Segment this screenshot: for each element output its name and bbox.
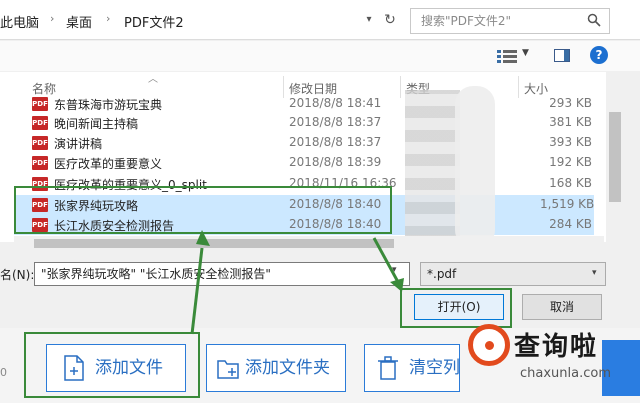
view-options-icon[interactable] bbox=[496, 48, 518, 64]
preview-pane-icon[interactable] bbox=[554, 49, 570, 62]
watermark-logo-icon bbox=[468, 324, 510, 366]
blurred-type-column bbox=[405, 90, 460, 238]
search-placeholder: 搜索"PDF文件2" bbox=[421, 14, 512, 28]
file-name: 演讲讲稿 bbox=[54, 137, 103, 151]
file-date: 2018/8/8 18:37 bbox=[289, 135, 382, 149]
file-row[interactable]: PDF 医疗改革的重要意义 2018/8/8 18:39 192 KB bbox=[14, 153, 594, 173]
pdf-file-icon: PDF bbox=[32, 116, 48, 130]
annotation-box-add-file bbox=[24, 332, 200, 398]
filetype-select[interactable]: *.pdf bbox=[420, 262, 606, 286]
help-icon[interactable]: ? bbox=[590, 46, 608, 64]
file-name: 晚间新闻主持稿 bbox=[54, 117, 139, 131]
file-size: 168 KB bbox=[549, 176, 592, 190]
file-size: 1,519 KB bbox=[540, 197, 595, 211]
pdf-file-icon: PDF bbox=[32, 97, 48, 111]
file-date: 2018/8/8 18:41 bbox=[289, 96, 382, 110]
file-row[interactable]: PDF 东普珠海市游玩宝典 2018/8/8 18:41 293 KB bbox=[14, 94, 594, 114]
toolbar bbox=[0, 41, 640, 71]
file-row[interactable]: PDF 演讲讲稿 2018/8/8 18:37 393 KB bbox=[14, 133, 594, 153]
refresh-icon[interactable]: ↻ bbox=[380, 10, 400, 30]
watermark-brand: 查询啦 bbox=[514, 332, 599, 362]
cancel-button[interactable]: 取消 bbox=[522, 294, 602, 320]
file-date: 2018/8/8 18:39 bbox=[289, 155, 382, 169]
add-folder-button[interactable]: 添加文件夹 bbox=[206, 344, 346, 392]
filename-dropdown-icon[interactable]: ▾ bbox=[392, 265, 397, 275]
count-value: 0 bbox=[0, 366, 7, 379]
filename-label: 名(N): bbox=[0, 268, 35, 282]
filetype-dropdown-icon[interactable]: ▾ bbox=[592, 268, 597, 278]
file-size: 293 KB bbox=[549, 96, 592, 110]
view-dropdown-icon[interactable]: ▼ bbox=[522, 48, 529, 58]
file-row[interactable]: PDF 晚间新闻主持稿 2018/8/8 18:37 381 KB bbox=[14, 113, 594, 133]
search-icon[interactable] bbox=[587, 13, 601, 27]
annotation-box-open-button bbox=[400, 288, 512, 328]
clear-list-button[interactable]: 清空列 bbox=[364, 344, 460, 392]
breadcrumb-chevron-icon[interactable]: › bbox=[50, 12, 54, 25]
trash-icon bbox=[378, 356, 398, 380]
blurred-overlay bbox=[455, 86, 495, 248]
file-name: 医疗改革的重要意义 bbox=[54, 157, 163, 171]
annotation-box-selected-files bbox=[14, 186, 392, 234]
breadcrumb-this-pc[interactable]: 此电脑 bbox=[0, 12, 39, 31]
pdf-file-icon: PDF bbox=[32, 156, 48, 170]
add-folder-label: 添加文件夹 bbox=[245, 358, 330, 378]
file-size: 381 KB bbox=[549, 115, 592, 129]
annotation-arrow bbox=[190, 247, 204, 335]
file-date: 2018/8/8 18:37 bbox=[289, 115, 382, 129]
breadcrumb-chevron-icon[interactable]: › bbox=[106, 12, 110, 25]
horizontal-scroll-thumb[interactable] bbox=[34, 239, 394, 248]
watermark-url: chaxunla.com bbox=[520, 366, 611, 381]
add-folder-icon bbox=[217, 360, 239, 379]
file-size: 393 KB bbox=[549, 135, 592, 149]
vertical-scroll-thumb[interactable] bbox=[609, 112, 621, 202]
clear-list-label: 清空列 bbox=[409, 358, 460, 378]
pdf-file-icon: PDF bbox=[32, 136, 48, 150]
breadcrumb-current-folder[interactable]: PDF文件2 bbox=[124, 12, 184, 31]
file-size: 192 KB bbox=[549, 155, 592, 169]
search-input[interactable]: 搜索"PDF文件2" bbox=[410, 8, 610, 34]
file-size: 284 KB bbox=[549, 217, 592, 231]
history-dropdown-icon[interactable]: ▾ bbox=[360, 10, 378, 30]
filename-input[interactable]: "张家界纯玩攻略" "长江水质安全检测报告" bbox=[34, 262, 410, 286]
file-name: 东普珠海市游玩宝典 bbox=[54, 98, 163, 112]
breadcrumb-desktop[interactable]: 桌面 bbox=[66, 12, 92, 31]
sort-ascending-icon: ︿ bbox=[148, 74, 158, 85]
